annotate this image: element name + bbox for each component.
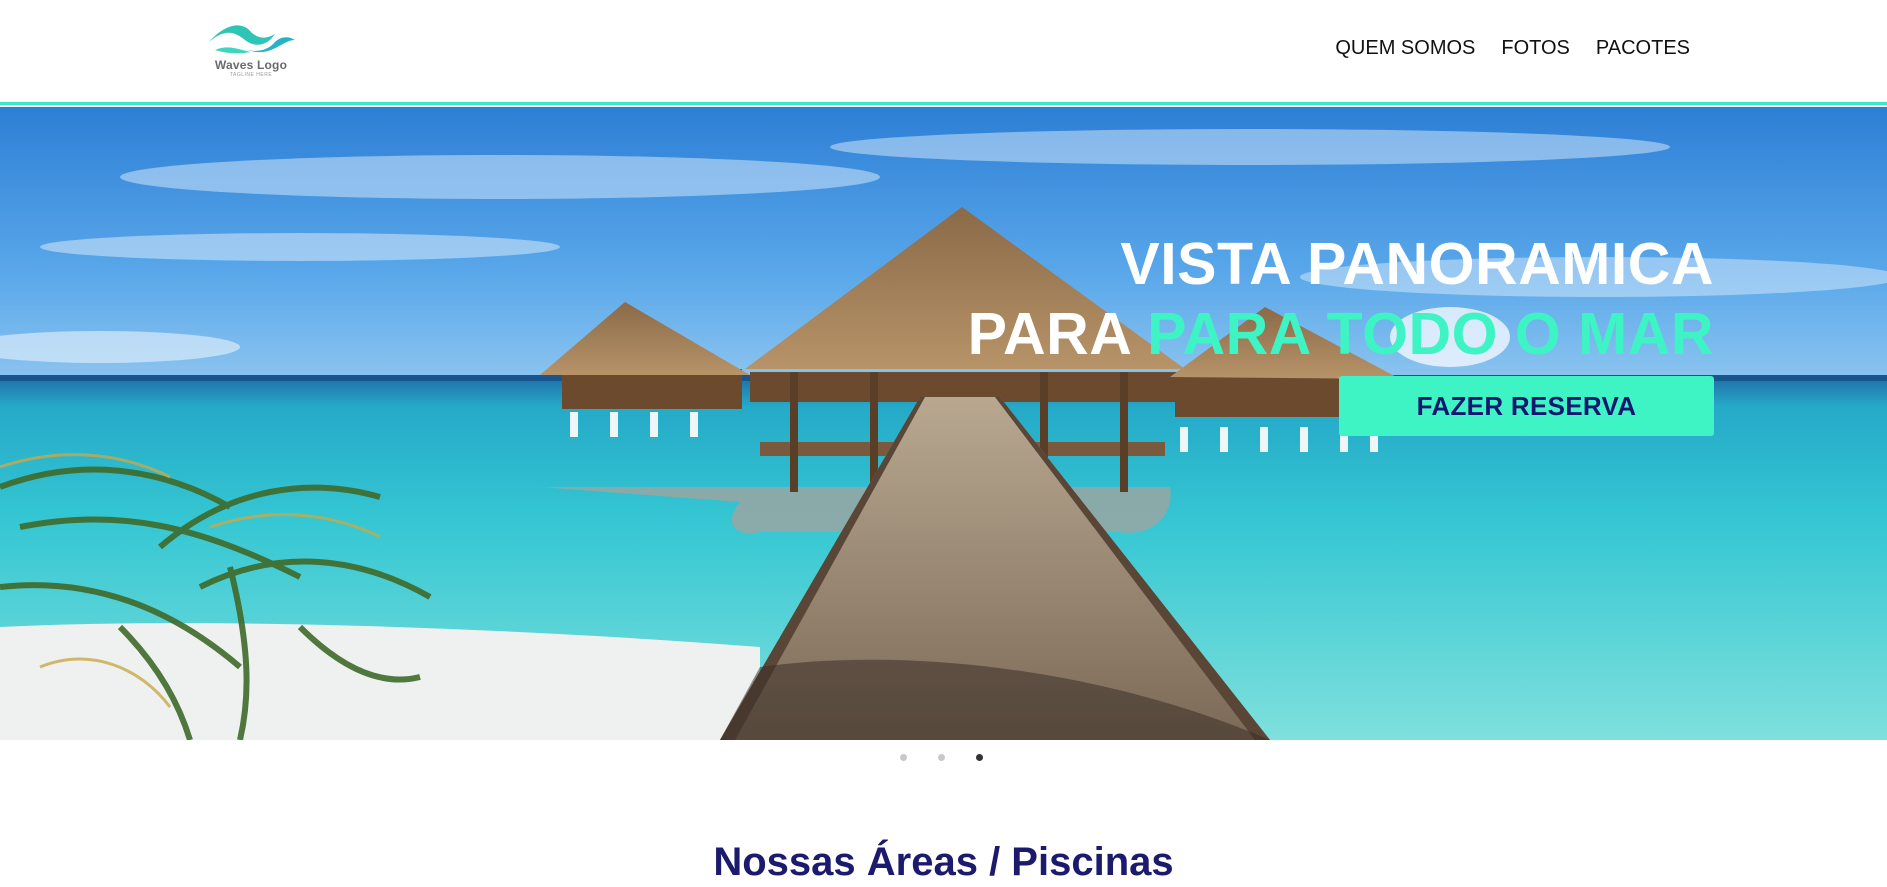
section-title: Nossas Áreas / Piscinas [713, 840, 1174, 884]
carousel-indicators [900, 754, 983, 761]
logo-tagline: TAGLINE HERE [229, 72, 273, 78]
logo-name: Waves Logo [214, 58, 288, 72]
hero-title-line2-accent: PARA TODO O MAR [1147, 300, 1714, 367]
carousel-dot-3[interactable] [976, 754, 983, 761]
nav-link-quem-somos[interactable]: QUEM SOMOS [1335, 37, 1475, 60]
hero-title-line2-white: PARA [967, 300, 1131, 367]
wave-icon [209, 25, 295, 54]
carousel-dot-2[interactable] [938, 754, 945, 761]
reserve-button[interactable]: FAZER RESERVA [1339, 376, 1714, 436]
site-header: Waves Logo TAGLINE HERE QUEM SOMOS FOTOS… [0, 0, 1887, 105]
hero-title: VISTA PANORAMICA PARA PARA TODO O MAR [968, 229, 1714, 369]
hero-title-line1: VISTA PANORAMICA [1120, 230, 1714, 297]
logo[interactable]: Waves Logo TAGLINE HERE [205, 20, 297, 80]
nav-link-pacotes[interactable]: PACOTES [1596, 37, 1690, 60]
hero-slider: VISTA PANORAMICA PARA PARA TODO O MAR FA… [0, 107, 1887, 740]
nav-link-fotos[interactable]: FOTOS [1501, 37, 1570, 60]
carousel-dot-1[interactable] [900, 754, 907, 761]
main-nav: QUEM SOMOS FOTOS PACOTES [1335, 37, 1690, 60]
